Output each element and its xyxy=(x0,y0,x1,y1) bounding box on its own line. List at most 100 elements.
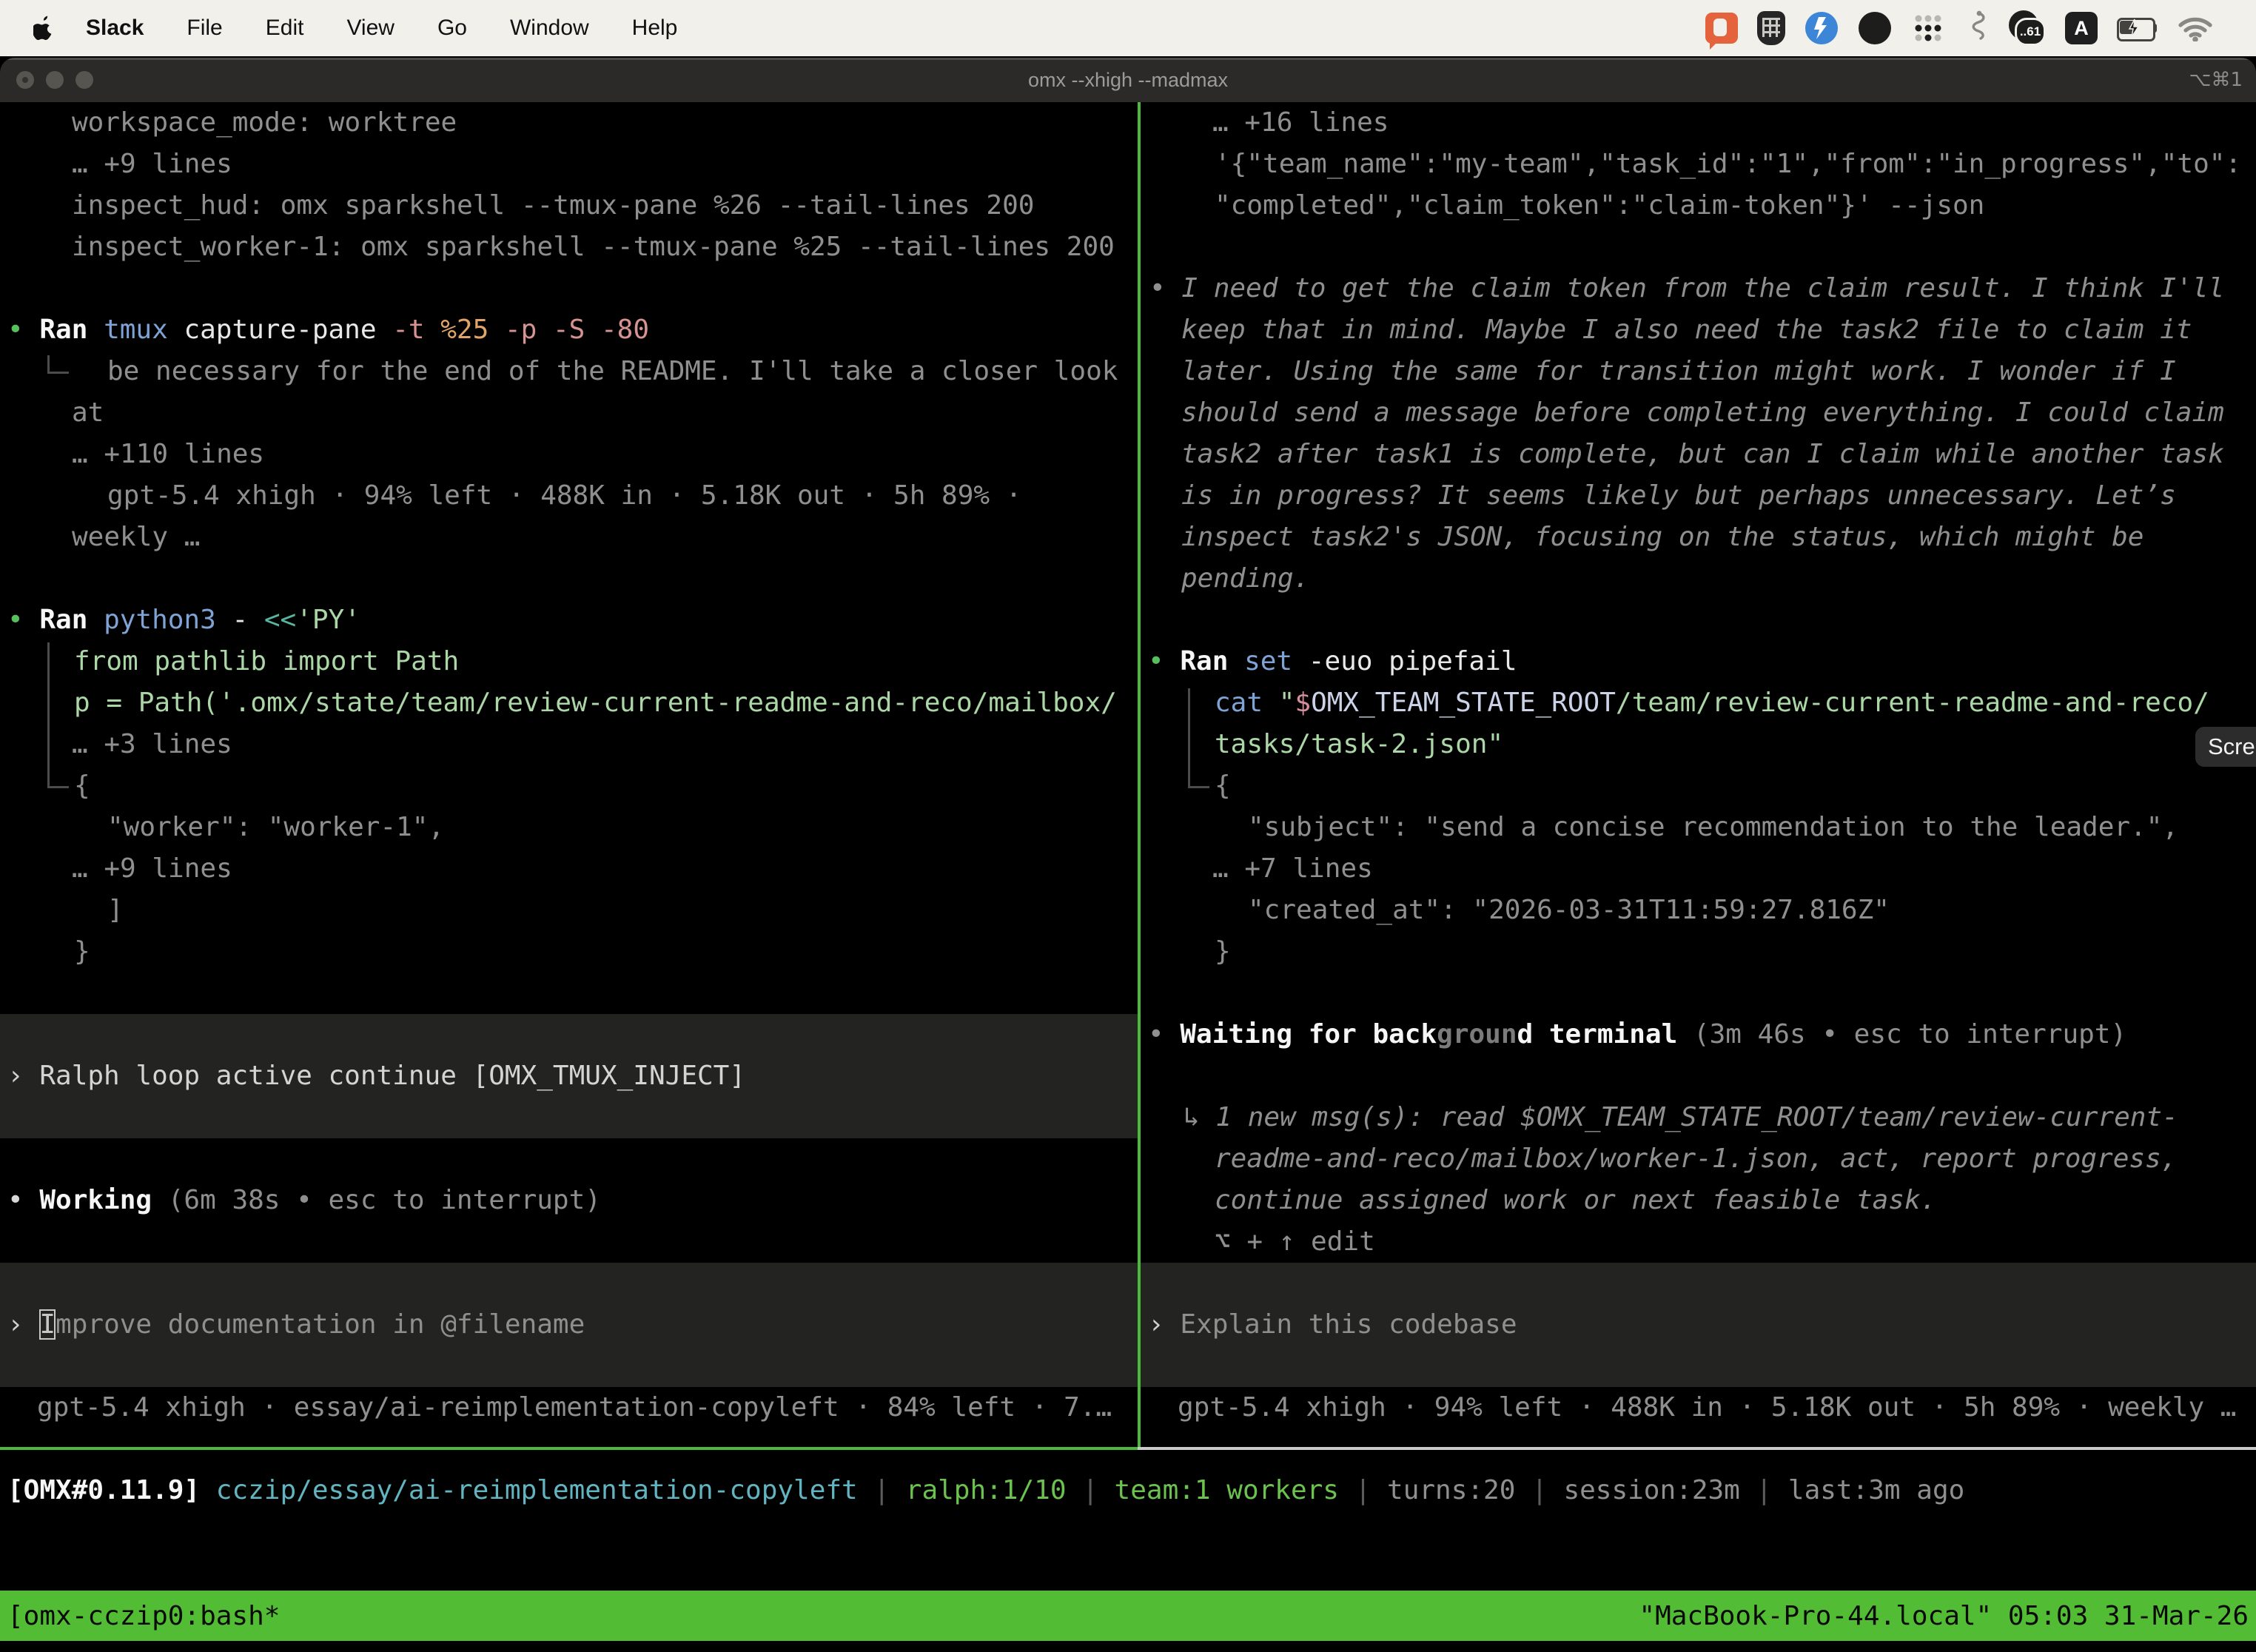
terminal-text-segment: OMX_TEAM_STATE_ROOT xyxy=(1311,688,1616,718)
omx-hud-pane[interactable]: [OMX#0.11.9] cczip/essay/ai-reimplementa… xyxy=(0,1450,2256,1591)
terminal-text-segment: › xyxy=(7,1061,39,1091)
terminal-text-segment: • xyxy=(7,605,39,635)
terminal-text-segment: … +16 lines xyxy=(1212,107,1389,138)
terminal-text-segment: << xyxy=(264,605,296,635)
terminal-line: task2 after task1 is complete, but can I… xyxy=(1141,434,2256,475)
menubar-item-help[interactable]: Help xyxy=(611,16,699,41)
terminal-text-segment: p = Path('.omx/state/team/review-current… xyxy=(74,688,1117,718)
terminal-line: • I need to get the claim token from the… xyxy=(1141,268,2256,309)
terminal-text-segment: turns:20 xyxy=(1387,1475,1515,1505)
terminal-line: } xyxy=(0,931,1138,973)
terminal-text-segment: inspect_hud: omx sparkshell --tmux-pane … xyxy=(72,190,1034,221)
terminal-line: pending. xyxy=(1141,558,2256,600)
terminal-line: is in progress? It seems likely but perh… xyxy=(1141,475,2256,517)
terminal-line: readme-and-reco/mailbox/worker-1.json, a… xyxy=(1141,1138,2256,1180)
terminal-text-segment xyxy=(200,1475,216,1505)
terminal-text-segment: "completed","claim_token":"claim-token"}… xyxy=(1215,190,1984,221)
terminal-text-segment: } xyxy=(1215,936,1231,967)
terminal-line: keep that in mind. Maybe I also need the… xyxy=(1141,309,2256,351)
terminal-text-segment: › xyxy=(7,1309,39,1340)
terminal-line: "created_at": "2026-03-31T11:59:27.816Z" xyxy=(1141,890,2256,931)
chat-app-icon[interactable] xyxy=(1705,9,1738,47)
terminal-text-segment: -80 xyxy=(601,315,649,345)
terminal-text-segment: set xyxy=(1244,646,1309,676)
terminal-text-segment: • xyxy=(1148,646,1180,676)
squiggle-icon[interactable] xyxy=(1964,9,1990,47)
window-shortcut: ⌥⌘1 xyxy=(2189,69,2243,91)
terminal-text-segment: • xyxy=(7,1185,39,1215)
gauge-badge-icon[interactable]: ..61 xyxy=(2009,10,2046,46)
terminal-line: be necessary for the end of the README. … xyxy=(0,351,1138,392)
terminal-text-segment: gpt-5.4 xhigh · essay/ai-reimplementatio… xyxy=(37,1392,1112,1423)
terminal-text-segment: session:23m xyxy=(1563,1475,1739,1505)
terminal-line: … +7 lines xyxy=(1141,848,2256,890)
right-terminal-pane[interactable]: … +16 lines '{"team_name":"my-team","task… xyxy=(1141,102,2256,1447)
wifi-icon[interactable] xyxy=(2178,9,2213,47)
terminal-text-segment: pending. xyxy=(1181,563,1309,594)
menubar-item-edit[interactable]: Edit xyxy=(244,16,326,41)
terminal-text-segment: gpt-5.4 xhigh · 94% left · 488K in · 5.1… xyxy=(107,480,1021,511)
terminal-text-segment: groun xyxy=(1437,1019,1517,1050)
terminal-line: … +3 lines xyxy=(0,724,1138,765)
apple-menu-icon[interactable] xyxy=(27,16,61,41)
screen-notification[interactable]: Scre xyxy=(2195,727,2256,767)
moon-circle-icon[interactable] xyxy=(1858,9,1892,47)
traffic-lights xyxy=(16,58,93,102)
shield-grid-icon[interactable] xyxy=(1757,9,1785,47)
menubar-item-slack[interactable]: Slack xyxy=(61,16,165,41)
terminal-text-segment: team:1 workers xyxy=(1115,1475,1339,1505)
terminal-line: › Explain this codebase xyxy=(1141,1304,2256,1346)
terminal-text-segment: Waiting for back xyxy=(1180,1019,1437,1050)
terminal-text-segment: tasks/task-2.json" xyxy=(1215,729,1503,759)
minimize-button[interactable] xyxy=(46,71,64,89)
terminal-text-segment: inspect task2's JSON, focusing on the st… xyxy=(1181,522,2143,552)
menubar-item-view[interactable]: View xyxy=(325,16,415,41)
terminal-text-segment: d terminal xyxy=(1517,1019,1678,1050)
lightning-circle-icon[interactable] xyxy=(1805,9,1839,47)
menubar-item-window[interactable]: Window xyxy=(489,16,611,41)
terminal-text-segment: … +9 lines xyxy=(72,853,232,884)
terminal-text-segment: { xyxy=(74,770,90,801)
gauge-badge-value: ..61 xyxy=(2015,18,2046,46)
zoom-button[interactable] xyxy=(75,71,93,89)
terminal-text-segment: is in progress? It seems likely but perh… xyxy=(1181,480,2176,511)
left-terminal-pane[interactable]: workspace_mode: worktree … +9 lines inspec… xyxy=(0,102,1138,1447)
terminal-text-segment: mprove documentation in @filename xyxy=(56,1309,585,1340)
terminal-text-segment: | xyxy=(1339,1475,1387,1505)
terminal-line xyxy=(1141,1263,2256,1304)
tmux-status-bar: [omx-cczip0:bash* "MacBook-Pro-44.local"… xyxy=(0,1591,2256,1641)
terminal-text-segment: -euo pipefail xyxy=(1309,646,1517,676)
dots-grid-icon[interactable] xyxy=(1911,9,1945,47)
battery-icon[interactable] xyxy=(2117,18,2158,38)
menubar-item-go[interactable]: Go xyxy=(416,16,489,41)
terminal-text-segment: ↳ 1 new msg(s): read $OMX_TEAM_STATE_ROO… xyxy=(1184,1102,2178,1132)
terminal-text-segment: ⌥ + ↑ edit xyxy=(1215,1226,1375,1257)
terminal-line xyxy=(0,1097,1138,1138)
titlebar[interactable]: omx --xhigh --madmax ⌥⌘1 xyxy=(0,58,2256,102)
terminal-text-segment: | xyxy=(858,1475,906,1505)
terminal-line: p = Path('.omx/state/team/review-current… xyxy=(0,682,1138,724)
terminal-line: { xyxy=(0,765,1138,807)
terminal-text-segment: workspace_mode: worktree xyxy=(72,107,457,138)
terminal-line: later. Using the same for transition mig… xyxy=(1141,351,2256,392)
terminal-text-segment: "created_at": "2026-03-31T11:59:27.816Z" xyxy=(1248,895,1890,925)
close-button[interactable] xyxy=(16,71,34,89)
terminal-text-segment: … +110 lines xyxy=(72,439,264,469)
terminal-text-segment: { xyxy=(1215,770,1231,801)
terminal-line: [OMX#0.11.9] cczip/essay/ai-reimplementa… xyxy=(0,1470,2256,1511)
terminal-text-segment: -S xyxy=(553,315,601,345)
terminal-text-segment: from pathlib import Path xyxy=(74,646,459,676)
terminal-line xyxy=(0,1346,1138,1387)
menubar-item-file[interactable]: File xyxy=(165,16,244,41)
terminal-line: } xyxy=(1141,931,2256,973)
menubar-status-icons: ..61 A xyxy=(1705,9,2256,47)
terminal-line: cat "$OMX_TEAM_STATE_ROOT/team/review-cu… xyxy=(1141,682,2256,724)
terminal-text-segment: ralph:1/10 xyxy=(906,1475,1067,1505)
terminal-line xyxy=(1141,973,2256,1014)
terminal-line: • Ran python3 - <<'PY' xyxy=(0,600,1138,641)
terminal-text-segment: "subject": "send a concise recommendatio… xyxy=(1248,812,2178,842)
input-source-icon[interactable]: A xyxy=(2065,9,2098,47)
terminal-line: tasks/task-2.json" xyxy=(1141,724,2256,765)
terminal-text-segment: '{"team_name":"my-team","task_id":"1","f… xyxy=(1215,149,2241,179)
terminal-line: › Ralph loop active continue [OMX_TMUX_I… xyxy=(0,1055,1138,1097)
